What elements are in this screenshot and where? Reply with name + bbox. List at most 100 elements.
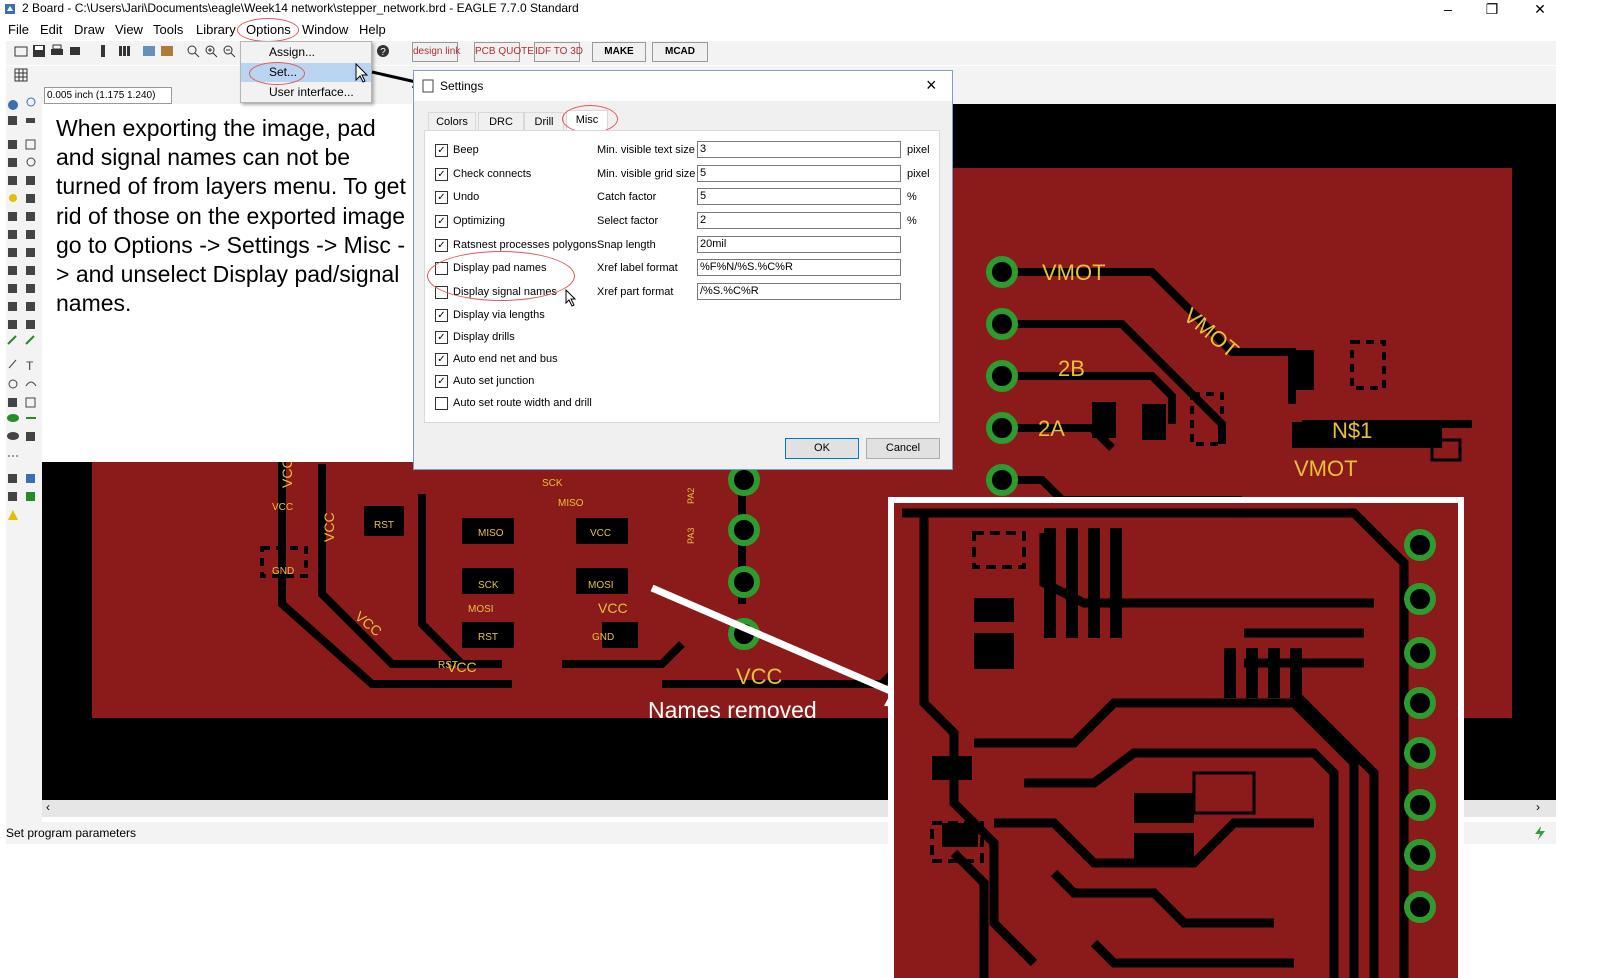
svg-text:?: ? bbox=[380, 47, 386, 58]
label-gnd-2: GND bbox=[272, 566, 294, 577]
script-icon[interactable] bbox=[96, 44, 110, 58]
label-xref-part-format: Xref part format bbox=[597, 286, 674, 298]
mcad-button[interactable]: MCAD bbox=[652, 42, 708, 62]
status-text: Set program parameters bbox=[6, 826, 137, 840]
cam-icon[interactable] bbox=[68, 44, 82, 58]
label-rst-3: RST bbox=[478, 632, 498, 643]
label-vcc-5: VCC bbox=[321, 512, 337, 542]
label-miso: MISO bbox=[478, 528, 504, 539]
checkbox-auto-end-net[interactable]: ✓ bbox=[435, 353, 448, 366]
lightning-icon bbox=[1535, 826, 1545, 840]
label-ratsnest: Ratsnest processes polygons bbox=[453, 239, 597, 251]
cancel-button[interactable]: Cancel bbox=[866, 438, 940, 459]
menu-draw[interactable]: Draw bbox=[74, 22, 104, 37]
zoom-fit-icon[interactable] bbox=[186, 44, 200, 58]
window-title: 2 Board - C:\Users\Jari\Documents\eagle\… bbox=[22, 1, 579, 15]
menu-item-user-interface[interactable]: User interface... bbox=[241, 83, 371, 102]
print-icon[interactable] bbox=[50, 44, 64, 58]
tab-colors[interactable]: Colors bbox=[428, 112, 476, 132]
minimize-button[interactable]: – bbox=[1428, 0, 1468, 18]
checkbox-beep[interactable]: ✓ bbox=[435, 144, 448, 157]
menu-help[interactable]: Help bbox=[359, 22, 386, 37]
checkbox-auto-set-route-width[interactable] bbox=[435, 397, 448, 410]
exported-image-inset bbox=[888, 497, 1464, 978]
exported-board-view bbox=[894, 503, 1458, 978]
menu-file[interactable]: File bbox=[8, 22, 29, 37]
label-xref-label-format: Xref label format bbox=[597, 262, 678, 274]
menu-item-assign[interactable]: Assign... bbox=[241, 43, 371, 62]
scroll-left-icon[interactable]: ‹ bbox=[46, 800, 50, 814]
label-snap-length: Snap length bbox=[597, 239, 656, 251]
open-icon[interactable] bbox=[14, 44, 28, 58]
checkbox-undo[interactable]: ✓ bbox=[435, 191, 448, 204]
menu-library[interactable]: Library bbox=[196, 22, 236, 37]
title-bar: 2 Board - C:\Users\Jari\Documents\eagle\… bbox=[0, 0, 1600, 18]
input-snap-length[interactable]: 20mil bbox=[697, 236, 901, 253]
label-optimizing: Optimizing bbox=[453, 215, 505, 227]
input-min-text-size[interactable]: 3 bbox=[697, 141, 901, 158]
scroll-right-icon[interactable]: › bbox=[1536, 800, 1540, 814]
checkbox-ratsnest[interactable]: ✓ bbox=[435, 239, 448, 252]
label-catch-factor: Catch factor bbox=[597, 191, 657, 203]
menu-edit[interactable]: Edit bbox=[40, 22, 62, 37]
exported-board bbox=[894, 503, 1458, 978]
inset-caption: Names removed bbox=[648, 697, 817, 723]
options-highlight-ellipse bbox=[237, 18, 299, 42]
label-vcc-6: VCC bbox=[279, 458, 295, 488]
unit-catch-factor: % bbox=[907, 191, 917, 203]
tab-drc[interactable]: DRC bbox=[478, 112, 524, 132]
zoom-out-icon[interactable] bbox=[222, 44, 236, 58]
options-dropdown-menu: Assign... Set... User interface... bbox=[240, 41, 372, 103]
checkbox-check-connects[interactable]: ✓ bbox=[435, 168, 448, 181]
idf-to-3d-button[interactable]: IDF TO 3D bbox=[534, 42, 583, 62]
label-sck: SCK bbox=[478, 580, 499, 591]
label-min-grid-size: Min. visible grid size bbox=[597, 168, 696, 180]
menu-view[interactable]: View bbox=[115, 22, 143, 37]
misc-highlight-ellipse bbox=[562, 105, 618, 133]
left-toolbar: T bbox=[6, 96, 42, 844]
restore-button[interactable]: ❐ bbox=[1472, 0, 1512, 18]
label-display-drills: Display drills bbox=[453, 331, 515, 343]
make-button[interactable]: MAKE bbox=[592, 42, 646, 62]
label-auto-end-net: Auto end net and bus bbox=[453, 353, 558, 365]
label-display-via-lengths: Display via lengths bbox=[453, 309, 545, 321]
save-icon[interactable] bbox=[32, 44, 46, 58]
help-icon[interactable]: ? bbox=[376, 44, 390, 58]
input-catch-factor[interactable]: 5 bbox=[697, 188, 901, 205]
zoom-in-icon[interactable] bbox=[204, 44, 218, 58]
label-miso-2: MISO bbox=[558, 498, 584, 509]
mouse-cursor-icon bbox=[565, 289, 577, 307]
design-link-button[interactable]: design link bbox=[412, 42, 460, 62]
menu-window[interactable]: Window bbox=[302, 22, 348, 37]
instruction-panel: When exporting the image, pad and signal… bbox=[42, 104, 414, 462]
close-button[interactable]: ✕ bbox=[1520, 0, 1560, 18]
board-icon[interactable] bbox=[142, 44, 156, 58]
label-beep: Beep bbox=[453, 144, 479, 156]
menu-tools[interactable]: Tools bbox=[153, 22, 183, 37]
tab-drill[interactable]: Drill bbox=[524, 112, 564, 132]
label-vcc-3: VCC bbox=[447, 659, 477, 675]
input-xref-part-format[interactable]: /%S.%C%R bbox=[697, 283, 901, 300]
label-auto-set-junction: Auto set junction bbox=[453, 375, 535, 387]
pcb-quote-button[interactable]: PCB QUOTE bbox=[474, 42, 534, 62]
checkbox-auto-set-junction[interactable]: ✓ bbox=[435, 375, 448, 388]
label-sck-2: SCK bbox=[542, 478, 563, 489]
tool-icons[interactable]: T bbox=[6, 96, 42, 526]
label-vcc-main: VCC bbox=[736, 664, 783, 689]
checkbox-display-via-lengths[interactable]: ✓ bbox=[435, 309, 448, 322]
checkbox-optimizing[interactable]: ✓ bbox=[435, 215, 448, 228]
layers-icon[interactable] bbox=[118, 44, 132, 58]
dialog-title: Settings bbox=[440, 79, 484, 93]
input-xref-label-format[interactable]: %F%N/%S.%C%R bbox=[697, 259, 901, 276]
label-mosi-2: MOSI bbox=[468, 604, 494, 615]
svg-text:T: T bbox=[26, 359, 34, 373]
input-min-grid-size[interactable]: 5 bbox=[697, 165, 901, 182]
grid-icon[interactable] bbox=[14, 68, 28, 82]
checkbox-display-drills[interactable]: ✓ bbox=[435, 331, 448, 344]
label-rst: RST bbox=[374, 520, 394, 531]
schematic-icon[interactable] bbox=[160, 44, 174, 58]
dialog-close-icon[interactable]: × bbox=[926, 75, 937, 96]
coordinate-display: 0.005 inch (1.175 1.240) bbox=[44, 87, 172, 104]
ok-button[interactable]: OK bbox=[785, 438, 859, 459]
input-select-factor[interactable]: 2 bbox=[697, 212, 901, 229]
